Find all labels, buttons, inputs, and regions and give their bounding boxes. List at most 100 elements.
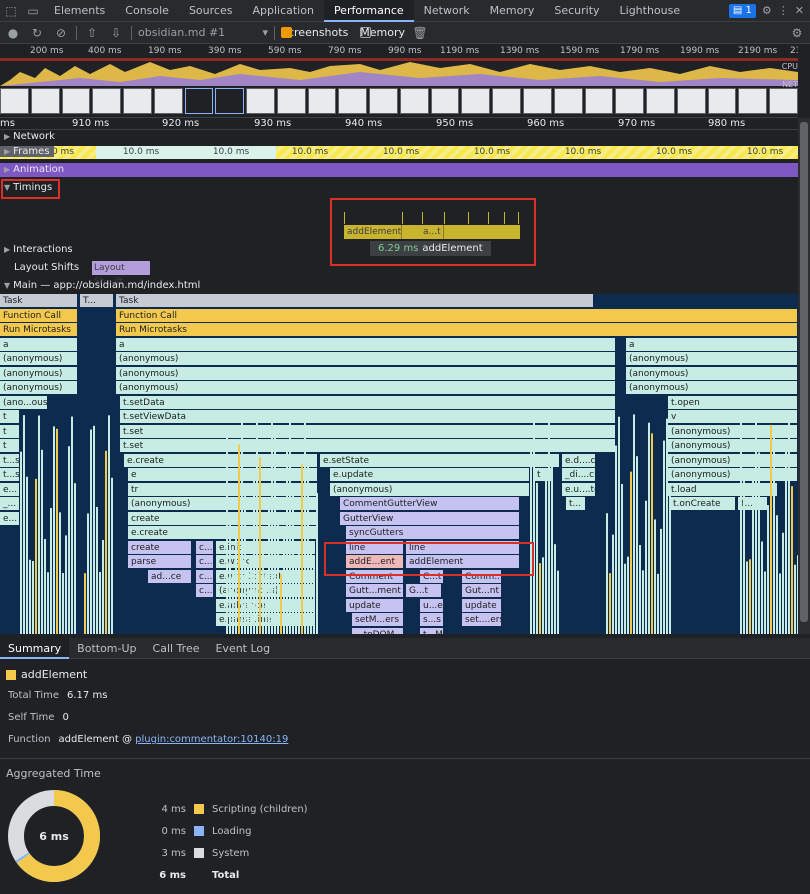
download-icon[interactable]: ⇩ — [107, 24, 125, 42]
screenshot-thumbnail[interactable] — [676, 88, 706, 114]
screenshot-thumbnail[interactable] — [769, 88, 798, 114]
track-frames[interactable]: ▶ Frames — [0, 146, 54, 157]
summary-title: addElement — [6, 668, 87, 681]
track-animation[interactable]: ▶ Animation — [0, 164, 64, 175]
function-source-link[interactable]: plugin:commentator:10140:19 — [135, 734, 288, 745]
tab-summary[interactable]: Summary — [0, 638, 70, 659]
track-main[interactable]: ▼ Main — app://obsidian.md/index.html — [0, 280, 200, 291]
track-network[interactable]: ▶ Network — [0, 131, 55, 142]
activity-spike — [551, 455, 553, 634]
overview-tick: 390 ms — [208, 46, 242, 56]
screenshot-thumbnail[interactable] — [338, 88, 368, 114]
tab-lighthouse[interactable]: Lighthouse — [610, 0, 691, 22]
settings-gear-icon[interactable]: ⚙ — [762, 4, 772, 17]
frame[interactable]: 10.0 ms — [186, 146, 276, 159]
frame[interactable]: 10.0 ms — [96, 146, 186, 159]
close-icon[interactable]: ✕ — [795, 4, 804, 17]
activity-spike — [663, 440, 665, 634]
screenshot-thumbnail[interactable] — [61, 88, 91, 114]
activity-spike — [93, 425, 95, 634]
screenshot-thumbnail[interactable] — [0, 88, 29, 114]
frame[interactable]: 10.0 ms — [368, 146, 434, 159]
memory-checkbox[interactable]: Memory — [360, 26, 405, 39]
issues-badge[interactable]: ▤ 1 — [728, 3, 756, 18]
scrollbar-thumb[interactable] — [800, 122, 808, 622]
screenshot-thumbnail[interactable] — [553, 88, 583, 114]
screenshot-thumbnail[interactable] — [461, 88, 491, 114]
frame[interactable]: 10.0 ms — [641, 146, 707, 159]
screenshot-thumbnail[interactable] — [707, 88, 737, 114]
screenshot-thumbnail[interactable] — [92, 88, 122, 114]
screenshot-thumbnail[interactable] — [646, 88, 675, 114]
activity-spike — [316, 493, 318, 634]
tab-event-log[interactable]: Event Log — [207, 638, 278, 659]
screenshot-thumbnail[interactable] — [492, 88, 522, 114]
screenshot-thumbnail[interactable] — [523, 88, 552, 114]
tab-performance[interactable]: Performance — [323, 0, 414, 22]
tab-elements[interactable]: Elements — [44, 0, 115, 22]
activity-spike — [238, 444, 240, 634]
screenshot-thumbnail[interactable] — [369, 88, 398, 114]
track-interactions[interactable]: ▶ Interactions — [0, 244, 73, 255]
track-layout-shifts[interactable]: Layout Shifts — [0, 262, 79, 273]
clear-icon[interactable]: ⊘ — [52, 24, 70, 42]
frame[interactable]: 10.0 ms — [459, 146, 525, 159]
main-thread-flame-chart[interactable]: Task T... Task Function Call Function Call Ru… — [0, 294, 798, 634]
screenshot-thumbnail[interactable] — [584, 88, 614, 114]
activity-spike — [618, 416, 620, 634]
tab-console[interactable]: Console — [115, 0, 179, 22]
tab-security[interactable]: Security — [544, 0, 609, 22]
activity-spike — [755, 415, 757, 634]
screenshot-thumbnail[interactable] — [615, 88, 645, 114]
more-options-icon[interactable]: ⋮ — [778, 4, 789, 17]
activity-spike — [286, 439, 288, 634]
inspect-element-icon[interactable]: ⬚ — [0, 0, 22, 22]
activity-spike — [612, 534, 614, 634]
tab-sources[interactable]: Sources — [179, 0, 243, 22]
screenshots-checkbox[interactable]: Screenshots — [281, 26, 348, 39]
tab-call-tree[interactable]: Call Tree — [145, 638, 208, 659]
record-icon[interactable]: ● — [4, 24, 22, 42]
tab-bottom-up[interactable]: Bottom-Up — [69, 638, 144, 659]
screenshot-thumbnail[interactable] — [184, 88, 214, 114]
activity-spike — [44, 539, 46, 634]
ruler-tick: ms — [0, 118, 15, 129]
garbage-collect-icon[interactable]: 🗑 — [411, 24, 429, 42]
screenshot-thumbnail[interactable] — [399, 88, 429, 114]
screenshot-thumbnail[interactable] — [30, 88, 60, 114]
profile-select[interactable]: obsidian.md #1 ▾ — [138, 26, 268, 39]
reload-icon[interactable]: ↻ — [28, 24, 46, 42]
vertical-scrollbar[interactable] — [798, 118, 810, 634]
frame[interactable]: 10.0 ms — [550, 146, 616, 159]
frame[interactable]: 10.0 ms — [732, 146, 798, 159]
screenshot-thumbnail[interactable] — [307, 88, 337, 114]
screenshot-thumbnail[interactable] — [738, 88, 768, 114]
activity-spike — [68, 446, 70, 634]
tab-memory[interactable]: Memory — [480, 0, 545, 22]
tab-network[interactable]: Network — [414, 0, 480, 22]
screenshot-thumbnail[interactable] — [153, 88, 183, 114]
activity-spike — [23, 415, 25, 634]
layout-shift-bar[interactable]: Layout Sh...ift — [92, 261, 150, 287]
capture-settings-gear-icon[interactable]: ⚙ — [788, 24, 806, 42]
summary-event-name: addElement — [21, 668, 88, 681]
expand-arrow-icon: ▶ — [4, 147, 11, 156]
screenshot-thumbnail[interactable] — [215, 88, 245, 114]
device-toolbar-icon[interactable]: ▭ — [22, 0, 44, 22]
animation-track[interactable] — [0, 163, 798, 177]
upload-icon[interactable]: ⇧ — [83, 24, 101, 42]
activity-spike — [606, 513, 608, 634]
screenshot-thumbnail[interactable] — [430, 88, 460, 114]
timeline-overview[interactable]: 200 ms 400 ms 190 ms 390 ms 590 ms 790 ms 990 … — [0, 44, 798, 118]
screenshot-thumbnail[interactable] — [276, 88, 306, 114]
screenshot-thumbnail[interactable] — [246, 88, 275, 114]
screenshot-thumbnail[interactable] — [123, 88, 152, 114]
tab-application[interactable]: Application — [242, 0, 323, 22]
frame[interactable]: 10.0 ms — [277, 146, 343, 159]
activity-spike — [235, 533, 237, 634]
self-time-value: 0 — [62, 712, 69, 723]
activity-spike — [660, 528, 662, 634]
time-ruler: ms 910 ms 920 ms 930 ms 940 ms 950 ms 960 ms 97… — [0, 118, 798, 130]
frames-track[interactable]: 0 ms 10.0 ms 10.0 ms 10.0 ms 10.0 ms 10.0 ms 1… — [0, 146, 798, 159]
activity-spike — [90, 429, 92, 634]
